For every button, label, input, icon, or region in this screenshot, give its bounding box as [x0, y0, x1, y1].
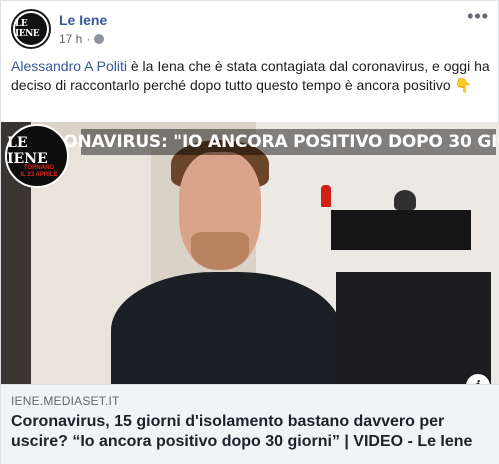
video-title-banner: CORONAVIRUS: "IO ANCORA POSITIVO DOPO 30… [24, 129, 499, 155]
link-title[interactable]: Coronavirus, 15 giorni d'isolamento bast… [11, 412, 491, 452]
logo-tagline-line-1: TORNANO [23, 165, 55, 171]
person-body [111, 272, 341, 384]
post-text: Alessandro A Politi è la Iena che è stat… [11, 57, 491, 95]
facebook-post: LE IENE Le Iene 17 h · ••• Alessandro A … [0, 0, 499, 464]
avatar-logo: LE IENE [15, 13, 47, 45]
post-header: LE IENE Le Iene 17 h · ••• [11, 7, 489, 51]
show-logo: LE IENE TORNANO IL 23 APRILE [5, 124, 73, 188]
wall-shelf [331, 210, 471, 250]
person-beard [191, 232, 249, 270]
meta-separator: · [86, 32, 91, 46]
more-options-icon[interactable]: ••• [467, 7, 489, 25]
page-avatar[interactable]: LE IENE [11, 9, 51, 49]
red-vase [321, 185, 331, 207]
mention-link[interactable]: Alessandro A Politi [11, 58, 127, 74]
logo-tagline: TORNANO IL 23 APRILE [13, 165, 65, 179]
logo-tagline-line-2: IL 23 APRILE [20, 172, 58, 178]
figurine [394, 190, 416, 210]
logo-text: LE IENE [7, 135, 48, 167]
timestamp-link[interactable]: 17 h [59, 32, 82, 46]
video-thumbnail[interactable]: CORONAVIRUS: "IO ANCORA POSITIVO DOPO 30… [1, 122, 499, 384]
post-meta: 17 h · [59, 32, 105, 46]
globe-icon[interactable] [94, 34, 105, 44]
television [336, 272, 491, 384]
link-preview[interactable]: IENE.MEDIASET.IT Coronavirus, 15 giorni … [1, 384, 499, 464]
pointing-down-emoji-icon: 👇 [454, 77, 473, 93]
link-domain: IENE.MEDIASET.IT [11, 394, 120, 408]
page-name-link[interactable]: Le Iene [59, 12, 107, 28]
